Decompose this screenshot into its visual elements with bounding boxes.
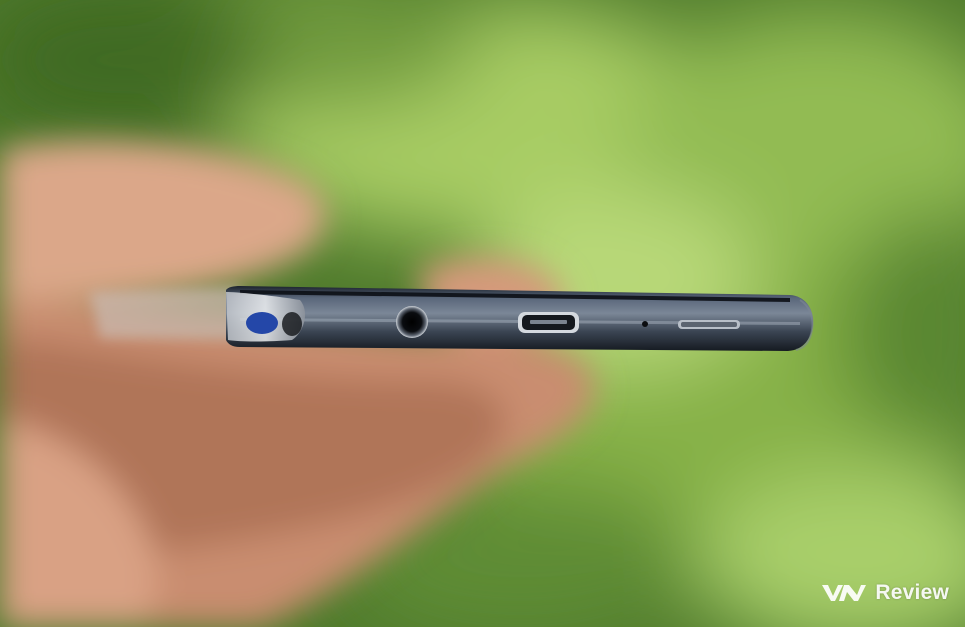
micro-usb-port bbox=[518, 312, 579, 333]
photo-scene: Review bbox=[0, 0, 965, 627]
speaker-grille bbox=[678, 320, 740, 329]
headphone-jack-port bbox=[396, 306, 428, 338]
reflection-blue bbox=[246, 312, 278, 334]
vn-logo-icon bbox=[822, 585, 867, 601]
microphone-hole bbox=[642, 321, 648, 327]
watermark-text: Review bbox=[875, 581, 949, 604]
photo-illustration bbox=[0, 0, 965, 627]
watermark: Review bbox=[821, 581, 949, 605]
